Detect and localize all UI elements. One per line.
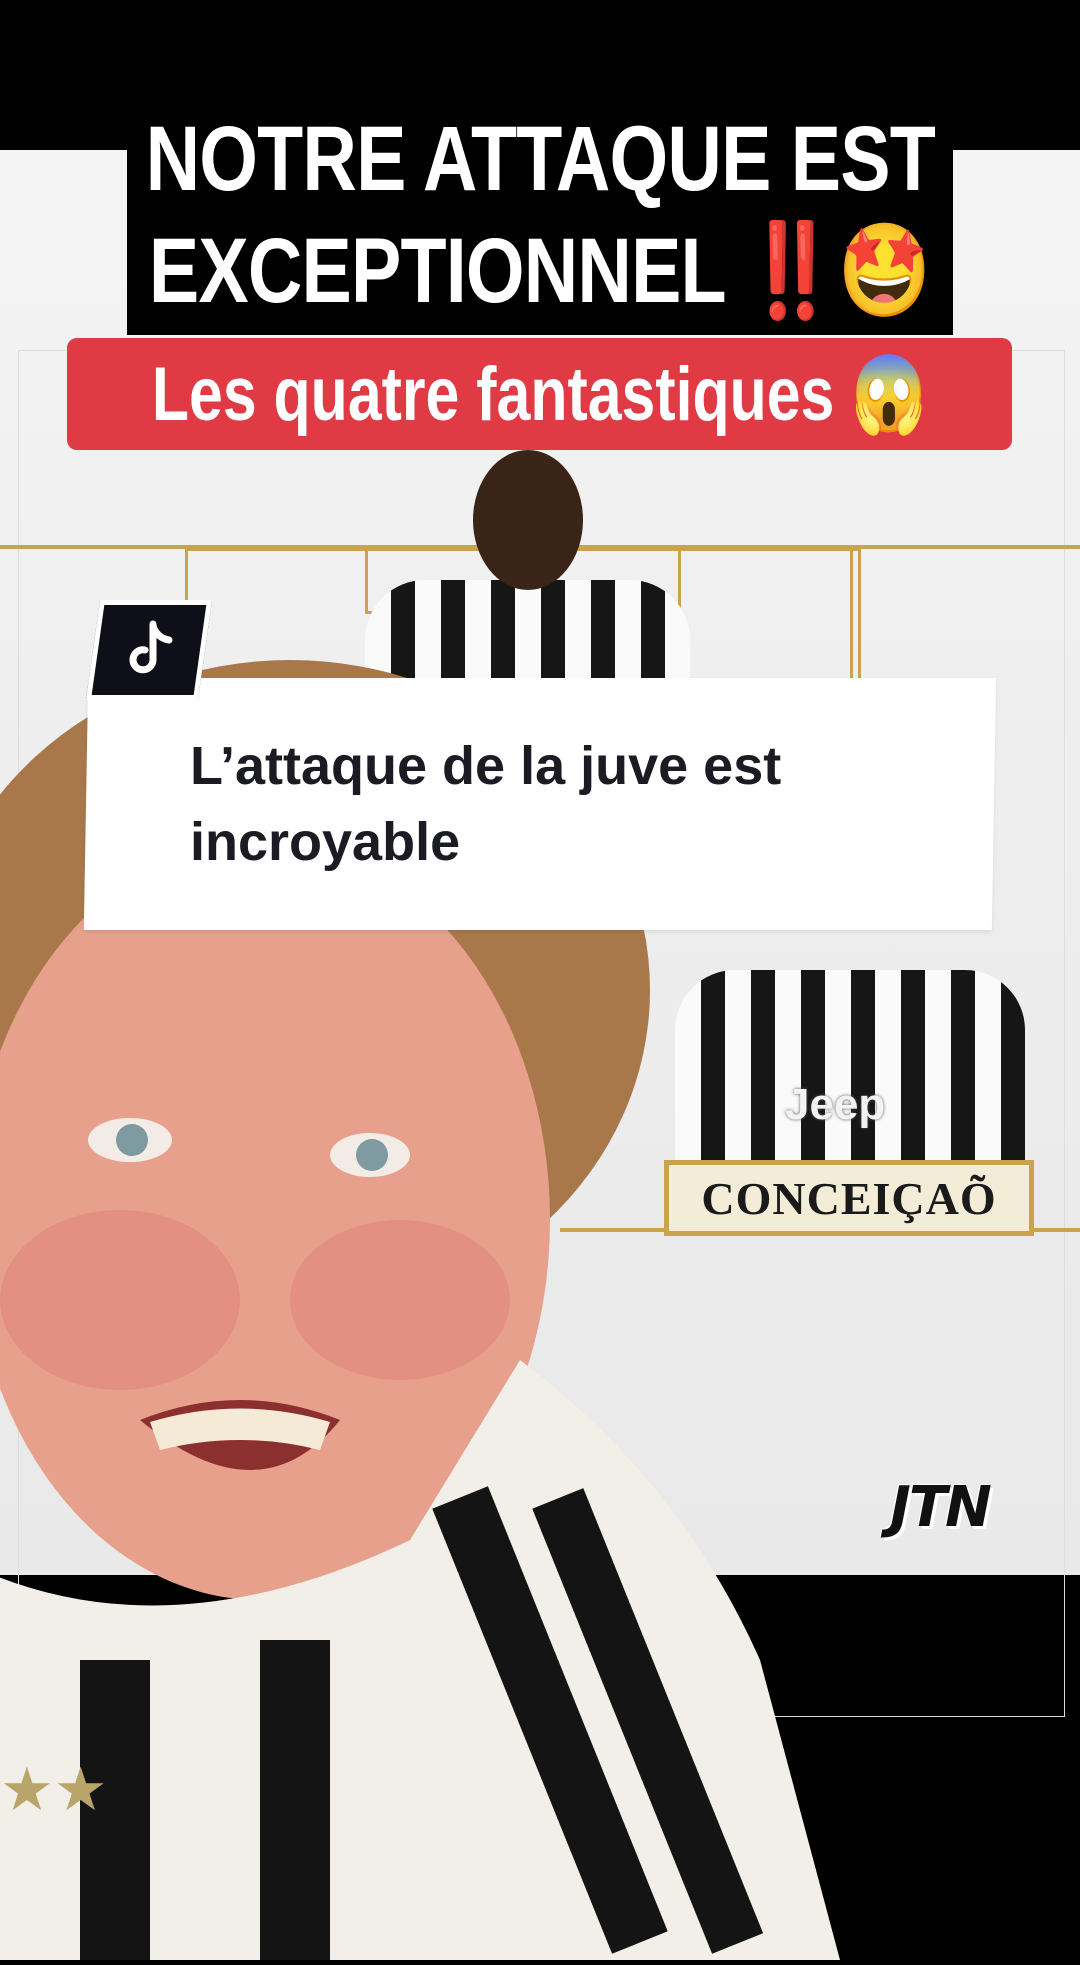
comment-reply-text: L’attaque de la juve est incroyable: [190, 736, 782, 872]
title-line-1: NOTRE ATTAQUE EST: [145, 108, 935, 210]
tiktok-note-icon: [129, 620, 173, 674]
title-line-2: EXCEPTIONNEL ‼️🤩: [149, 220, 932, 322]
subtitle-text: Les quatre fantastiques 😱: [151, 352, 928, 437]
tiktok-logo-icon: [85, 600, 213, 700]
pitch-line-right: [850, 548, 853, 678]
video-title-overlay: NOTRE ATTAQUE EST EXCEPTIONNEL ‼️🤩: [127, 95, 953, 335]
player-photo-striker: [365, 450, 690, 678]
svg-text:★★: ★★: [0, 1755, 108, 1825]
subtitle-banner: Les quatre fantastiques 😱: [67, 338, 1012, 450]
jtn-watermark: JTN: [890, 1475, 992, 1540]
